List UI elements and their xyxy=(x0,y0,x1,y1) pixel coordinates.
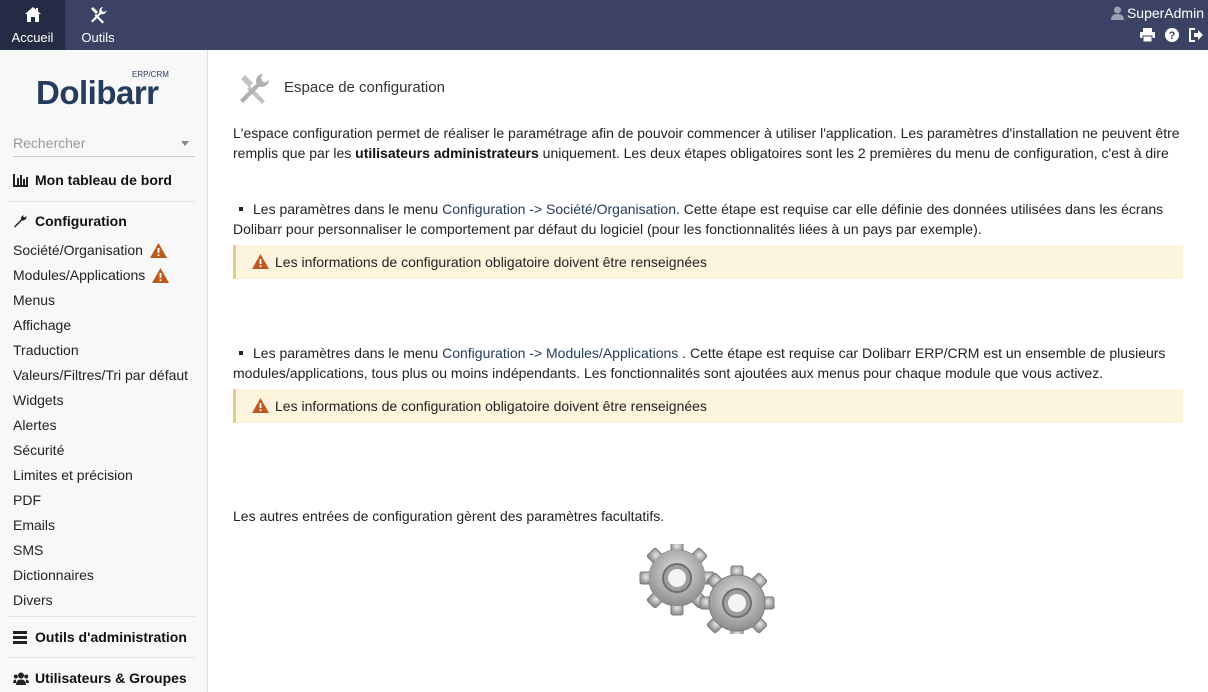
sidebar-item-label: Sécurité xyxy=(13,442,65,458)
sidebar-item-label: Emails xyxy=(13,517,56,533)
intro-text-2: uniquement. Les deux étapes obligatoires… xyxy=(538,145,1169,161)
optional-paragraph: Les autres entrées de configuration gère… xyxy=(233,508,665,524)
sidebar-item-label: Valeurs/Filtres/Tri par défaut xyxy=(13,367,189,383)
bullet-icon xyxy=(239,207,243,212)
warning-icon xyxy=(252,254,269,272)
sidebar-item-label: Modules/Applications xyxy=(13,267,146,283)
link-modules[interactable]: Modules/Applications xyxy=(546,345,678,361)
chevron-down-icon[interactable] xyxy=(181,141,189,146)
sidebar-item-alerts[interactable]: Alertes xyxy=(13,417,57,437)
search-input[interactable] xyxy=(13,135,173,151)
top-menu-tools-label: Outils xyxy=(81,30,115,45)
warning-box-company: Les informations de configuration obliga… xyxy=(233,245,1183,279)
top-navigation-bar: Accueil Outils SuperAdmin ? xyxy=(0,0,1208,50)
sidebar-item-menus[interactable]: Menus xyxy=(13,292,55,312)
left-sidebar: ERP/CRM Dolibarr Mon tableau de bord Con… xyxy=(0,50,208,692)
warning-text: Les informations de configuration obliga… xyxy=(275,398,707,414)
warning-icon xyxy=(152,268,170,286)
sidebar-item-modules[interactable]: Modules/Applications xyxy=(13,267,170,287)
sidebar-item-dictionaries[interactable]: Dictionnaires xyxy=(13,567,94,587)
sidebar-item-label: SMS xyxy=(13,542,44,558)
sidebar-configuration-label: Configuration xyxy=(35,213,127,229)
print-icon[interactable] xyxy=(1140,28,1156,45)
sidebar-item-pdf[interactable]: PDF xyxy=(13,492,41,512)
svg-text:?: ? xyxy=(1169,30,1176,42)
step-text: Les paramètres dans le menu xyxy=(253,345,443,361)
warning-icon xyxy=(149,243,167,261)
sidebar-item-misc[interactable]: Divers xyxy=(13,592,53,612)
top-menu-home-label: Accueil xyxy=(11,30,54,45)
tools-icon xyxy=(65,6,131,24)
warning-icon xyxy=(252,398,269,416)
sidebar-item-label: PDF xyxy=(13,492,41,508)
user-name: SuperAdmin xyxy=(1126,5,1204,21)
sidebar-item-label: Menus xyxy=(13,292,56,308)
sidebar-item-users-groups[interactable]: Utilisateurs & Groupes xyxy=(13,670,187,688)
sidebar-item-emails[interactable]: Emails xyxy=(13,517,55,537)
sidebar-item-label: Alertes xyxy=(13,417,57,433)
top-menu-tools[interactable]: Outils xyxy=(65,0,131,50)
sidebar-item-label: Dictionnaires xyxy=(13,567,94,583)
intro-bold: utilisateurs administrateurs xyxy=(355,145,539,161)
sidebar-item-label: Affichage xyxy=(13,317,72,333)
dolibarr-logo[interactable]: ERP/CRM Dolibarr xyxy=(36,70,171,111)
sidebar-item-label: Limites et précision xyxy=(13,467,133,483)
link-company[interactable]: Société/Organisation xyxy=(546,201,676,217)
sidebar-item-sms[interactable]: SMS xyxy=(13,542,43,562)
sidebar-divider xyxy=(8,657,195,658)
link-configuration[interactable]: Configuration xyxy=(442,345,525,361)
sidebar-admin-tools-label: Outils d'administration xyxy=(35,629,187,645)
sidebar-item-default-values[interactable]: Valeurs/Filtres/Tri par défaut xyxy=(13,367,188,387)
warning-box-modules: Les informations de configuration obliga… xyxy=(233,389,1183,423)
top-menu-home[interactable]: Accueil xyxy=(0,0,65,50)
users-icon xyxy=(13,672,29,688)
sidebar-item-dashboard[interactable]: Mon tableau de bord xyxy=(13,172,172,190)
link-arrow: -> xyxy=(525,345,547,361)
logout-icon[interactable] xyxy=(1189,28,1204,45)
main-content: Espace de configuration L'espace configu… xyxy=(209,50,1208,692)
logo-text: Dolibarr xyxy=(36,74,159,111)
tools-icon xyxy=(237,72,271,106)
user-icon xyxy=(1110,6,1124,23)
intro-paragraph: L'espace configuration permet de réalise… xyxy=(233,123,1183,163)
sidebar-item-label: Société/Organisation xyxy=(13,242,143,258)
sidebar-item-widgets[interactable]: Widgets xyxy=(13,392,64,412)
link-arrow: -> xyxy=(525,201,547,217)
sidebar-item-display[interactable]: Affichage xyxy=(13,317,71,337)
sidebar-dashboard-label: Mon tableau de bord xyxy=(35,172,172,188)
warning-text: Les informations de configuration obliga… xyxy=(275,254,707,270)
step-modules-paragraph: Les paramètres dans le menu Configuratio… xyxy=(233,343,1183,383)
gears-icon xyxy=(639,544,775,634)
step-company-paragraph: Les paramètres dans le menu Configuratio… xyxy=(233,199,1183,239)
help-icon[interactable]: ? xyxy=(1165,28,1180,45)
user-menu[interactable]: SuperAdmin xyxy=(1110,5,1204,23)
search-select[interactable] xyxy=(13,132,195,157)
step-text: Les paramètres dans le menu xyxy=(253,201,443,217)
sidebar-item-configuration[interactable]: Configuration xyxy=(13,213,127,231)
sidebar-users-groups-label: Utilisateurs & Groupes xyxy=(35,670,187,686)
sidebar-divider xyxy=(8,616,195,617)
bullet-icon xyxy=(239,351,243,356)
sidebar-item-label: Divers xyxy=(13,592,53,608)
wrench-icon xyxy=(13,214,29,231)
top-icons-group: ? xyxy=(1134,28,1204,45)
sidebar-divider xyxy=(8,201,195,202)
sidebar-item-label: Widgets xyxy=(13,392,64,408)
bar-chart-icon xyxy=(13,174,29,190)
home-icon xyxy=(0,6,65,24)
sidebar-item-company[interactable]: Société/Organisation xyxy=(13,242,167,262)
link-configuration[interactable]: Configuration xyxy=(442,201,525,217)
sidebar-item-admin-tools[interactable]: Outils d'administration xyxy=(13,629,187,647)
server-icon xyxy=(13,631,29,647)
sidebar-item-translation[interactable]: Traduction xyxy=(13,342,79,362)
sidebar-item-security[interactable]: Sécurité xyxy=(13,442,64,462)
sidebar-item-label: Traduction xyxy=(13,342,79,358)
sidebar-item-limits[interactable]: Limites et précision xyxy=(13,467,133,487)
page-title: Espace de configuration xyxy=(284,79,445,96)
